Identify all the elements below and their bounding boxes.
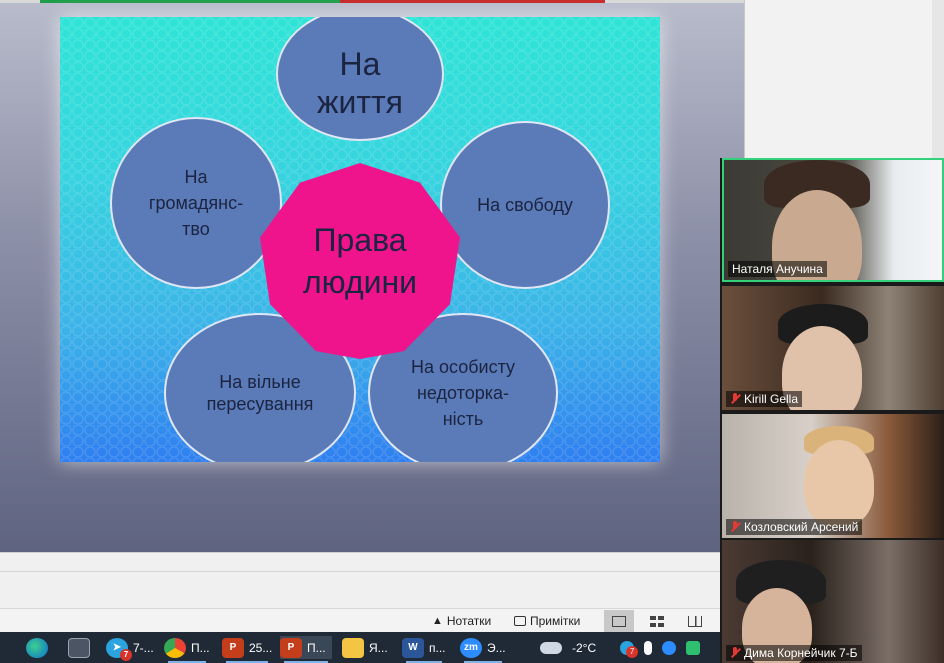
notes-pane[interactable] — [0, 552, 720, 608]
participant-name: Kirill Gella — [726, 391, 803, 407]
taskbar-label: Э... — [487, 640, 506, 655]
side-panel — [744, 0, 944, 158]
word-icon: W — [402, 637, 424, 658]
slide-editor-area: На життя На громадянс- тво На свободу На… — [0, 0, 744, 552]
notification-badge: 7 — [626, 645, 639, 658]
taskbar-item-word[interactable]: W п... — [402, 636, 446, 663]
muted-mic-icon — [730, 393, 740, 405]
comments-button[interactable]: Примітки — [514, 612, 580, 630]
participant-tile[interactable]: Наталя Анучина — [722, 158, 944, 282]
participant-name: Козловский Арсений — [726, 519, 863, 535]
taskbar-item-edge[interactable] — [26, 636, 48, 659]
taskbar-item-chrome[interactable]: П... — [164, 636, 210, 663]
taskbar: ➤ 7 7-... П... P 25... P П... Я... W п...… — [0, 632, 720, 663]
right-to-freedom-circle: На свободу — [440, 121, 610, 289]
normal-view-button[interactable] — [604, 610, 634, 632]
notification-badge: 7 — [120, 648, 132, 661]
normal-view-icon — [612, 615, 626, 627]
right-to-citizenship-circle: На громадянс- тво — [110, 117, 282, 289]
taskbar-item-powerpoint-1[interactable]: P 25... — [222, 636, 273, 663]
zoom-tray-icon[interactable] — [662, 640, 677, 655]
taskbar-label: П... — [307, 640, 326, 655]
file-explorer-icon — [342, 637, 364, 658]
participant-tile[interactable]: Kirill Gella — [722, 286, 944, 410]
notes-label: Нотатки — [446, 614, 492, 628]
taskbar-item-explorer[interactable]: Я... — [342, 636, 388, 659]
taskbar-item-zoom[interactable]: zm Э... — [460, 636, 506, 663]
taskbar-label: 25... — [249, 640, 273, 655]
taskbar-label: п... — [429, 640, 446, 655]
top-progress-strip — [0, 0, 744, 3]
taskbar-label: Я... — [369, 640, 388, 655]
status-bar: ▲ Нотатки Примітки — [0, 608, 720, 632]
participant-name: Дима Корнейчик 7-Б — [726, 645, 862, 661]
participant-tile[interactable]: Козловский Арсений — [722, 414, 944, 538]
zoom-icon: zm — [460, 637, 482, 658]
muted-mic-icon — [730, 521, 740, 533]
microphone-icon[interactable] — [644, 640, 653, 655]
powerpoint-icon: P — [222, 637, 244, 658]
comments-label: Примітки — [530, 614, 581, 628]
telegram-icon: ➤ 7 — [106, 637, 132, 661]
telegram-tray-icon[interactable]: 7 — [620, 640, 639, 658]
system-tray: -2°C 7 — [540, 636, 701, 659]
notes-icon: ▲ — [432, 615, 443, 627]
vertical-scrollbar[interactable] — [932, 0, 944, 158]
participant-video — [804, 440, 874, 526]
taskbar-label: П... — [191, 640, 210, 655]
powerpoint-icon: P — [280, 637, 302, 658]
slide-sorter-button[interactable] — [642, 610, 672, 632]
calculator-icon — [68, 637, 90, 658]
slide[interactable]: На життя На громадянс- тво На свободу На… — [60, 17, 660, 462]
notes-button[interactable]: ▲ Нотатки — [432, 612, 491, 630]
zoom-participants-panel: Наталя Анучина Kirill Gella Козловский А… — [720, 158, 944, 663]
screen: На життя На громадянс- тво На свободу На… — [0, 0, 944, 663]
cloud-icon — [540, 641, 562, 654]
taskbar-item-calculator[interactable] — [68, 636, 90, 659]
taskbar-label: 7-... — [133, 640, 154, 655]
chrome-icon — [164, 637, 186, 658]
comment-icon — [514, 616, 526, 626]
reading-view-icon — [688, 615, 702, 627]
participant-tile[interactable]: Дима Корнейчик 7-Б — [722, 540, 944, 663]
edge-icon — [26, 637, 48, 658]
muted-mic-icon — [730, 647, 740, 659]
temperature: -2°C — [572, 640, 597, 655]
reading-view-button[interactable] — [680, 610, 710, 632]
taskbar-item-telegram[interactable]: ➤ 7 7-... — [106, 636, 154, 661]
taskbar-item-powerpoint-2[interactable]: P П... — [280, 636, 332, 663]
participant-name: Наталя Анучина — [728, 261, 827, 277]
app-tray-icon[interactable] — [686, 640, 701, 655]
slide-sorter-icon — [650, 615, 664, 627]
